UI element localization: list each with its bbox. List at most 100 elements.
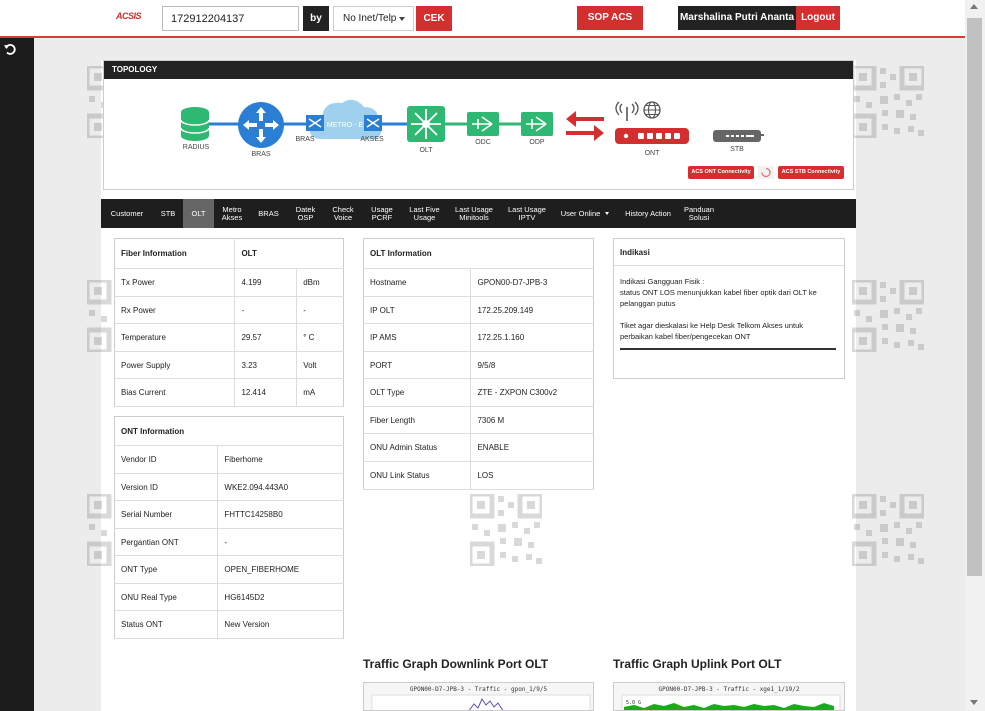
user-name: Marshalina Putri Ananta xyxy=(678,6,796,30)
ont-information-table: ONT Information Vendor ID Fiberhome Versi… xyxy=(114,416,344,639)
table-cell: Fiber Length xyxy=(363,406,472,434)
qr-watermark-icon xyxy=(852,494,924,566)
acs-stb-connectivity-button[interactable]: ACS STB Connectivity xyxy=(778,166,844,179)
scroll-up-icon[interactable] xyxy=(970,4,978,9)
tab-user-online[interactable]: User Online xyxy=(553,199,617,228)
table-cell: FHTTC14258B0 xyxy=(217,500,344,529)
odc-label: ODC xyxy=(475,139,491,146)
uplink-graph-title: Traffic Graph Uplink Port OLT xyxy=(613,657,782,671)
uplink-traffic-graph[interactable]: GPON00-D7-JPB-3 - Traffic - xge1_1/19/2 … xyxy=(613,682,845,711)
odc-splitter-icon[interactable] xyxy=(466,111,500,137)
tab-datek-osp[interactable]: Datek OSP xyxy=(287,199,324,228)
table-cell: WKE2.094.443A0 xyxy=(217,473,344,501)
indikasi-action: Tiket agar dieskalasi ke Help Desk Telko… xyxy=(620,321,803,341)
table-cell: GPON00-D7-JPB-3 xyxy=(470,268,594,297)
indikasi-status: status ONT LOS menunjukkan kabel fiber o… xyxy=(620,288,817,308)
tab-last-usage-iptv[interactable]: Last Usage IPTV xyxy=(501,199,553,228)
ont-label: ONT xyxy=(644,150,660,157)
sop-acs-button[interactable]: SOP ACS xyxy=(577,6,643,30)
tab-customer[interactable]: Customer xyxy=(101,199,153,228)
uplink-graph-plot xyxy=(621,694,841,710)
radius-label: RADIUS xyxy=(182,144,210,151)
uplink-axis-label: 5.0 G xyxy=(626,700,642,706)
table-cell: Serial Number xyxy=(114,500,219,529)
table-cell: ONU Link Status xyxy=(363,461,472,490)
bras-label: BRAS xyxy=(251,151,271,158)
top-bar: ACSIS by No Inet/Telp CEK SOP ACS Marsha… xyxy=(0,0,965,38)
search-input[interactable] xyxy=(162,6,299,31)
table-cell: Pergantian ONT xyxy=(114,528,219,556)
indikasi-title: Indikasi Gangguan Fisik : xyxy=(620,277,705,286)
search-type-select[interactable]: No Inet/Telp xyxy=(333,6,414,31)
odp-label: ODP xyxy=(529,139,545,146)
radius-database-icon[interactable] xyxy=(179,106,211,142)
logout-button[interactable]: Logout xyxy=(796,6,840,30)
qr-watermark-icon xyxy=(852,280,924,352)
acs-ont-connectivity-button[interactable]: ACS ONT Connectivity xyxy=(688,166,754,179)
topology-title: TOPOLOGY xyxy=(104,61,853,79)
table-cell: Status ONT xyxy=(114,610,219,639)
olt-info-header: OLT Information xyxy=(363,238,594,269)
table-cell: 7306 M xyxy=(470,406,594,434)
table-cell: Bias Current xyxy=(114,378,236,407)
tab-last-usage-minitools[interactable]: Last Usage Minitools xyxy=(447,199,501,228)
table-cell: Fiberhome xyxy=(217,445,344,474)
divider xyxy=(620,348,836,350)
globe-icon xyxy=(643,101,661,119)
wifi-icon xyxy=(615,101,639,121)
table-cell: dBm xyxy=(296,268,344,297)
fiber-information-table: Fiber Information OLT Tx Power 4.199 dBm R… xyxy=(114,238,344,407)
table-cell: ONU Admin Status xyxy=(363,433,472,462)
undo-icon[interactable] xyxy=(3,42,17,56)
odp-splitter-icon[interactable] xyxy=(520,111,554,137)
table-cell: 12.414 xyxy=(234,378,298,407)
loading-spinner-icon xyxy=(758,166,774,179)
table-cell: LOS xyxy=(470,461,594,490)
table-cell: 9/5/8 xyxy=(470,351,594,379)
bras-router-icon[interactable] xyxy=(237,101,285,149)
scroll-down-icon[interactable] xyxy=(970,700,978,705)
qr-watermark-icon xyxy=(852,66,924,138)
metro-label: METRO - E xyxy=(327,122,363,129)
link-arrows-icon xyxy=(566,111,604,141)
downlink-traffic-graph[interactable]: GPON00-D7-JPB-3 - Traffic - gpon_1/9/5 xyxy=(363,682,594,711)
table-cell: - xyxy=(296,296,344,324)
table-cell: HG6145D2 xyxy=(217,583,344,611)
olt-information-table: OLT Information Hostname GPON00-D7-JPB-3 … xyxy=(363,238,594,490)
downlink-graph-title: Traffic Graph Downlink Port OLT xyxy=(363,657,549,671)
table-cell: 4.199 xyxy=(234,268,298,297)
stb-label: STB xyxy=(730,146,744,153)
table-cell: New Version xyxy=(217,610,344,639)
chevron-down-icon xyxy=(605,212,610,215)
tab-bras[interactable]: BRAS xyxy=(250,199,287,228)
table-cell: Rx Power xyxy=(114,296,236,324)
ont-device-icon[interactable] xyxy=(614,127,690,145)
table-cell: 29.57 xyxy=(234,323,298,352)
tab-stb[interactable]: STB xyxy=(153,199,183,228)
table-cell: Temperature xyxy=(114,323,236,352)
table-cell: 172.25.1.160 xyxy=(470,323,594,352)
table-cell: IP OLT xyxy=(363,296,472,324)
tab-olt[interactable]: OLT xyxy=(183,199,214,228)
table-cell: Power Supply xyxy=(114,351,236,379)
tab-history-action[interactable]: History Action xyxy=(617,199,679,228)
olt-switch-icon[interactable] xyxy=(406,105,446,143)
table-cell: ONT Type xyxy=(114,555,219,584)
stb-device-icon[interactable] xyxy=(712,129,762,143)
table-cell: ZTE - ZXPON C300v2 xyxy=(470,378,594,407)
table-cell: mA xyxy=(296,378,344,407)
table-cell: IP AMS xyxy=(363,323,472,352)
tab-check-voice[interactable]: Check Voice xyxy=(324,199,362,228)
tab-bar: Customer STB OLT Metro Akses BRAS Datek … xyxy=(101,199,856,228)
table-cell: Tx Power xyxy=(114,268,236,297)
tab-usage-pcrf[interactable]: Usage PCRF xyxy=(362,199,402,228)
scroll-thumb[interactable] xyxy=(967,18,982,576)
tab-last-five-usage[interactable]: Last Five Usage xyxy=(402,199,447,228)
tab-metro-akses[interactable]: Metro Akses xyxy=(214,199,250,228)
tab-panduan-solusi[interactable]: Panduan Solusi xyxy=(679,199,719,228)
acsis-logo[interactable]: ACSIS xyxy=(116,11,142,21)
left-sidebar xyxy=(0,38,34,711)
search-type-value: No Inet/Telp xyxy=(343,13,397,24)
cek-button[interactable]: CEK xyxy=(416,6,452,31)
indikasi-header: Indikasi xyxy=(614,239,844,266)
